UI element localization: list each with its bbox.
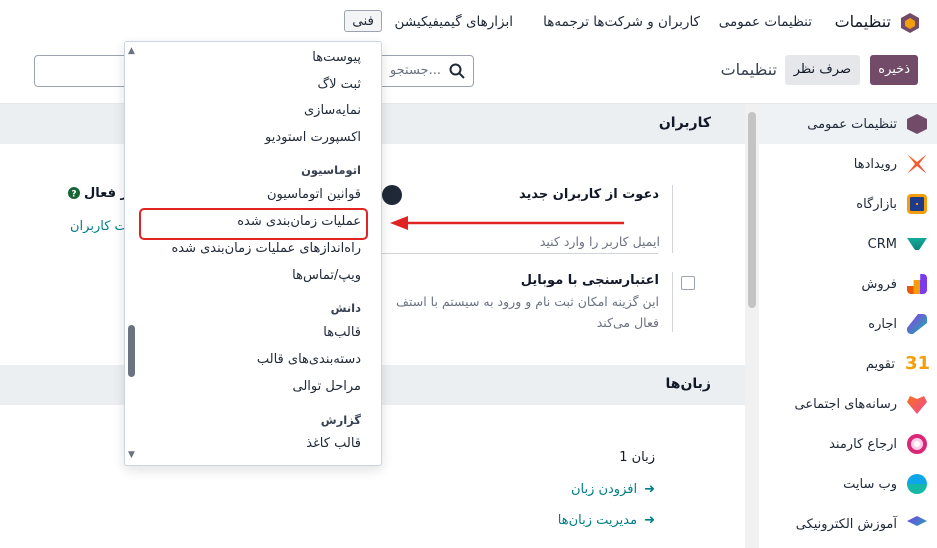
crm-app-icon [907, 238, 927, 250]
menu-item-paper-format[interactable]: قالب کاغذ [306, 436, 361, 451]
sidebar-item-label: فروش [861, 276, 897, 292]
sidebar-item-label: CRM [867, 236, 897, 252]
active-users-label: ر فعال [84, 186, 129, 201]
menu-gamification-tools[interactable]: ابزارهای گیمیفیکیشن [395, 14, 513, 30]
sidebar-item-label: آموزش الکترونیکی [795, 516, 897, 532]
active-users-help-icon: ? [68, 187, 80, 203]
menu-group-knowledge: دانش [330, 301, 361, 315]
sidebar-item-elearning[interactable]: آموزش الکترونیکی [759, 504, 937, 544]
settings-sidebar: تنظیمات عمومی رویدادها بازارگاه CRM فروش… [759, 104, 937, 548]
sidebar-item-calendar[interactable]: 31 تقویم [759, 344, 937, 384]
sidebar-item-events[interactable]: رویدادها [759, 144, 937, 184]
invite-input-underline [382, 253, 658, 254]
users-section-title: کاربران [658, 115, 711, 131]
menu-group-report: گزارش [320, 413, 361, 427]
content-scrollbar-thumb[interactable] [748, 112, 756, 308]
mobile-auth-desc-line2: فعال می‌کند [596, 315, 659, 330]
sidebar-item-label: تنظیمات عمومی [807, 116, 897, 132]
events-app-icon [907, 154, 927, 174]
invite-users-title: دعوت از کاربران جدید [519, 187, 659, 202]
menu-users-companies[interactable]: کاربران و شرکت‌ها [593, 14, 700, 30]
dropdown-scrollbar-thumb[interactable] [128, 325, 135, 377]
menu-item-templates[interactable]: قالب‌ها [323, 325, 361, 340]
manage-languages-label: مدیریت زبان‌ها [557, 513, 638, 528]
sidebar-item-marketplace[interactable]: بازارگاه [759, 184, 937, 224]
app-title[interactable]: تنظیمات [835, 12, 891, 31]
manage-languages-link[interactable]: ➜ مدیریت زبان‌ها [558, 513, 655, 528]
referral-app-icon [907, 434, 927, 454]
scheduled-actions-highlight-box [139, 208, 368, 240]
sidebar-item-general-settings[interactable]: تنظیمات عمومی [759, 104, 937, 144]
menu-item-template-categories[interactable]: دسته‌بندی‌های قالب [257, 352, 361, 367]
website-app-icon [907, 474, 927, 494]
mobile-auth-title: اعتبارسنجی با موبایل [520, 273, 659, 288]
technical-dropdown-menu: ▲ ▼ پیوست‌ها ثبت لاگ نمایه‌سازی اکسپورت … [124, 41, 382, 466]
sidebar-item-employee-referral[interactable]: ارجاع کارمند [759, 424, 937, 464]
sidebar-item-sales[interactable]: فروش [759, 264, 937, 304]
menu-item-scheduled-action-triggers[interactable]: راه‌اندازهای عملیات زمان‌بندی شده [171, 241, 361, 256]
sidebar-item-social-media[interactable]: رسانه‌های اجتماعی [759, 384, 937, 424]
mobile-auth-desc-line1: این گزینه امکان ثبت نام و ورود به سیستم … [396, 294, 659, 309]
menu-item-studio-export[interactable]: اکسپورت استودیو [265, 130, 361, 145]
sales-app-icon [907, 274, 927, 294]
sidebar-item-label: اجاره [868, 316, 897, 332]
scroll-up-arrow-icon[interactable]: ▲ [128, 46, 135, 56]
sidebar-item-label: ارجاع کارمند [829, 436, 897, 452]
elearning-app-icon [907, 516, 927, 526]
language-count: 1 زبان [619, 450, 655, 465]
save-button[interactable]: ذخیره [870, 55, 918, 85]
help-icon [382, 185, 402, 205]
social-media-app-icon [907, 396, 927, 414]
menu-item-indexing[interactable]: نمایه‌سازی [304, 103, 361, 118]
sidebar-item-website[interactable]: وب سایت [759, 464, 937, 504]
sidebar-item-label: رویدادها [853, 156, 897, 172]
search-placeholder: جستجو... [389, 63, 441, 78]
add-language-label: افزودن زبان [570, 482, 638, 497]
sidebar-item-label: رسانه‌های اجتماعی [794, 396, 897, 412]
search-icon[interactable] [449, 63, 465, 79]
menu-item-logging[interactable]: ثبت لاگ [318, 77, 362, 92]
marketplace-app-icon [907, 194, 927, 214]
scroll-down-arrow-icon[interactable]: ▼ [128, 450, 135, 460]
menu-technical[interactable]: فنی [344, 10, 382, 32]
arrow-right-icon: ➜ [644, 482, 655, 497]
menu-general-settings[interactable]: تنظیمات عمومی [719, 14, 812, 30]
menu-item-attachments[interactable]: پیوست‌ها [312, 50, 361, 65]
svg-text:?: ? [71, 190, 76, 200]
menu-translations[interactable]: ترجمه‌ها [543, 14, 589, 30]
sidebar-item-label: وب سایت [843, 476, 897, 492]
menu-group-automation: اتوماسیون [301, 163, 361, 177]
breadcrumb-title: تنظیمات [720, 60, 777, 79]
arrow-right-icon: ➜ [644, 513, 655, 528]
sidebar-item-crm[interactable]: CRM [759, 224, 937, 264]
languages-section-title: زبان‌ها [665, 376, 712, 392]
sidebar-item-rental[interactable]: اجاره [759, 304, 937, 344]
menu-item-automation-rules[interactable]: قوانین اتوماسیون [267, 187, 361, 202]
rental-app-icon [907, 314, 927, 334]
menu-item-sequence-stages[interactable]: مراحل توالی [292, 379, 361, 394]
annotation-arrow-icon [390, 216, 624, 230]
sidebar-item-label: بازارگاه [856, 196, 897, 212]
sidebar-item-label: تقویم [865, 356, 895, 372]
settings-app-icon [907, 114, 927, 134]
odoo-settings-logo-icon[interactable] [899, 12, 921, 34]
invite-email-input[interactable]: ایمیل کاربر را وارد کنید [540, 234, 660, 249]
add-language-link[interactable]: ➜ افزودن زبان [571, 482, 655, 497]
discard-button[interactable]: صرف نظر [784, 55, 860, 85]
menu-item-voip-calls[interactable]: ویپ/تماس‌ها [292, 268, 361, 283]
top-navbar: تنظیمات تنظیمات عمومی کاربران و شرکت‌ها … [0, 0, 937, 46]
setting-divider [672, 185, 673, 253]
mobile-auth-checkbox[interactable] [681, 276, 695, 290]
setting-divider [672, 272, 673, 332]
manage-users-link[interactable]: یت کاربران [70, 219, 131, 234]
calendar-app-icon: 31 [905, 353, 931, 374]
